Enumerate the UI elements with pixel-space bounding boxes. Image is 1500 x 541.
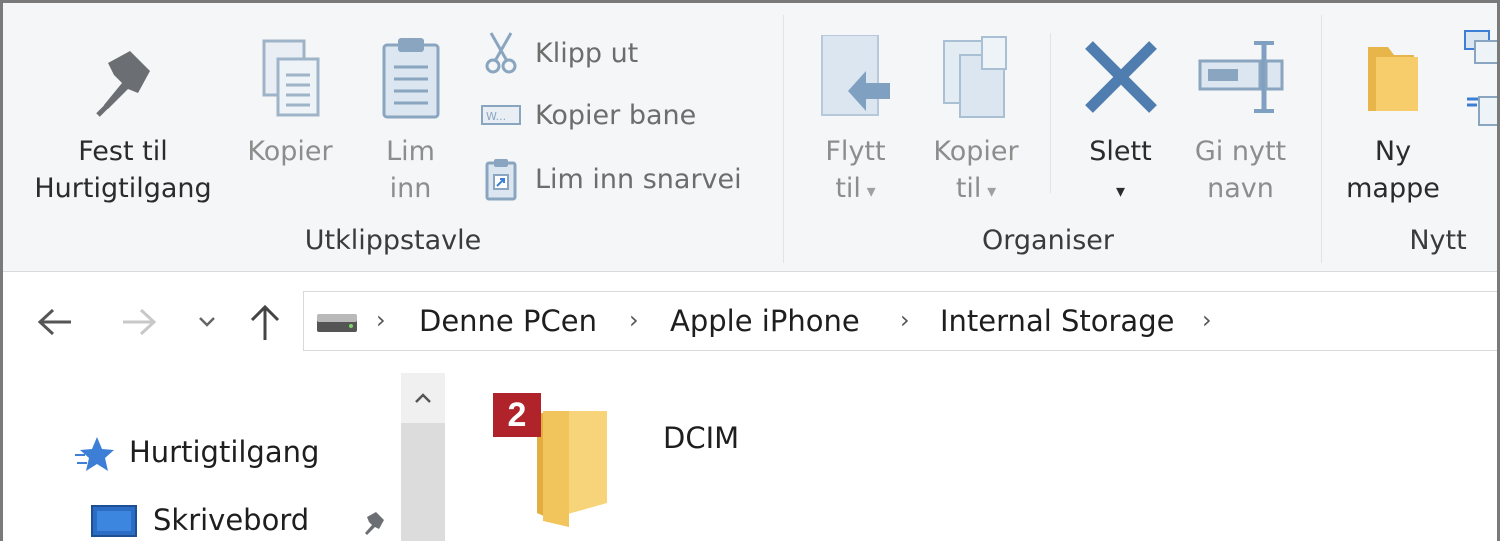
breadcrumb-this-pc[interactable]: Denne PCen (419, 304, 597, 338)
breadcrumb-chevron[interactable]: › (376, 306, 386, 334)
move-to-icon (820, 35, 890, 116)
back-button[interactable] (33, 299, 77, 345)
nav-quick-access-label: Hurtigtilgang (129, 435, 320, 469)
new-folder-icon (1368, 47, 1418, 111)
nav-desktop[interactable]: Skrivebord (91, 499, 396, 541)
delete-button[interactable]: Slett ▾ (1068, 23, 1173, 223)
organize-group-label: Organiser (982, 225, 1114, 256)
scissors-icon (479, 32, 523, 74)
organize-divider (1050, 33, 1051, 193)
paste-shortcut-icon (479, 159, 523, 201)
clipboard-group-label: Utklippstavle (304, 225, 482, 256)
rename-label: Gi nytt navn (1194, 136, 1287, 204)
scroll-up-button[interactable] (401, 373, 445, 423)
delete-label: Slett ▾ (1089, 136, 1152, 202)
back-icon (37, 308, 71, 336)
copy-to-button[interactable]: Kopier til ▾ (921, 23, 1031, 223)
nav-quick-access[interactable]: Hurtigtilgang (73, 431, 393, 477)
easy-access-icon[interactable] (1461, 89, 1497, 129)
move-to-label: Flytt til ▾ (825, 136, 886, 204)
file-explorer-window: Fest til Hurtigtilgang Kopier Lim inn Kl… (0, 0, 1500, 541)
chevron-up-icon (415, 393, 431, 403)
group-divider (783, 15, 784, 263)
paste-button[interactable]: Lim inn (358, 23, 463, 223)
copy-icon (262, 39, 320, 117)
svg-text:W...: W... (486, 110, 506, 123)
breadcrumb-apple-iphone[interactable]: Apple iPhone (670, 304, 860, 338)
new-item-icon[interactable] (1461, 27, 1497, 67)
copy-button[interactable]: Kopier (235, 23, 345, 223)
paste-shortcut-label: Lim inn snarvei (535, 163, 742, 195)
copy-path-label: Kopier bane (535, 99, 697, 131)
folder-icon (537, 411, 607, 527)
cut-label: Klipp ut (535, 37, 639, 69)
pin-icon[interactable] (359, 509, 387, 537)
star-icon (75, 437, 114, 471)
pin-icon (96, 51, 150, 117)
recent-locations-button[interactable] (185, 299, 229, 345)
folder-name-label: DCIM (663, 421, 740, 455)
copy-path-button[interactable]: W... Kopier bane (479, 93, 696, 137)
step-number-badge: 2 (493, 393, 541, 437)
breadcrumb-chevron[interactable]: › (900, 306, 910, 334)
forward-button[interactable] (117, 299, 161, 345)
copy-to-label: Kopier til ▾ (933, 136, 1019, 204)
up-button[interactable] (243, 299, 287, 345)
rename-icon (1198, 41, 1283, 113)
breadcrumb-chevron[interactable]: › (1202, 306, 1212, 334)
copy-path-icon: W... (479, 95, 523, 135)
address-bar[interactable]: › Denne PCen › Apple iPhone › Internal S… (303, 291, 1497, 351)
drive-icon (317, 314, 357, 332)
cut-button[interactable]: Klipp ut (479, 31, 638, 75)
up-icon (250, 304, 280, 340)
copy-to-icon (943, 36, 1007, 118)
nav-desktop-label: Skrivebord (153, 503, 310, 537)
group-divider (1321, 15, 1322, 263)
copy-label: Kopier (247, 136, 333, 167)
recent-dropdown-icon (199, 317, 215, 327)
new-folder-button[interactable]: Ny mappe (1333, 23, 1453, 223)
desktop-icon (91, 505, 137, 537)
delete-icon (1084, 41, 1157, 113)
ribbon: Fest til Hurtigtilgang Kopier Lim inn Kl… (3, 3, 1497, 272)
pin-to-quick-access-button[interactable]: Fest til Hurtigtilgang (18, 23, 228, 223)
move-to-button[interactable]: Flytt til ▾ (803, 23, 908, 223)
paste-shortcut-button[interactable]: Lim inn snarvei (479, 157, 742, 201)
new-folder-label: Ny mappe (1346, 136, 1440, 204)
clipboard-icon (382, 38, 439, 119)
breadcrumb-chevron[interactable]: › (629, 306, 639, 334)
forward-icon (123, 308, 157, 336)
pin-label: Fest til Hurtigtilgang (34, 136, 212, 204)
paste-label: Lim inn (386, 136, 435, 204)
rename-button[interactable]: Gi nytt navn (1183, 23, 1298, 223)
breadcrumb-internal-storage[interactable]: Internal Storage (940, 304, 1174, 338)
new-group-label: Nytt (1409, 225, 1467, 256)
